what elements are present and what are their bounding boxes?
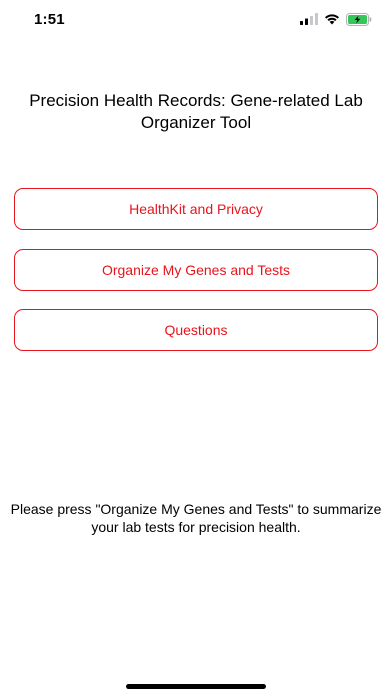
status-time: 1:51	[34, 11, 65, 28]
questions-button[interactable]: Questions	[14, 309, 378, 351]
wifi-icon	[325, 14, 339, 25]
battery-charging-icon	[346, 12, 372, 26]
cellular-signal-icon	[300, 13, 318, 25]
status-bar: 1:51	[0, 0, 392, 40]
page-title: Precision Health Records: Gene-related L…	[29, 91, 363, 132]
home-indicator[interactable]	[126, 684, 266, 689]
healthkit-privacy-button[interactable]: HealthKit and Privacy	[14, 188, 378, 230]
organize-genes-tests-button[interactable]: Organize My Genes and Tests	[14, 249, 378, 291]
instructions-text: Please press "Organize My Genes and Test…	[10, 501, 382, 535]
status-icons	[300, 12, 372, 26]
